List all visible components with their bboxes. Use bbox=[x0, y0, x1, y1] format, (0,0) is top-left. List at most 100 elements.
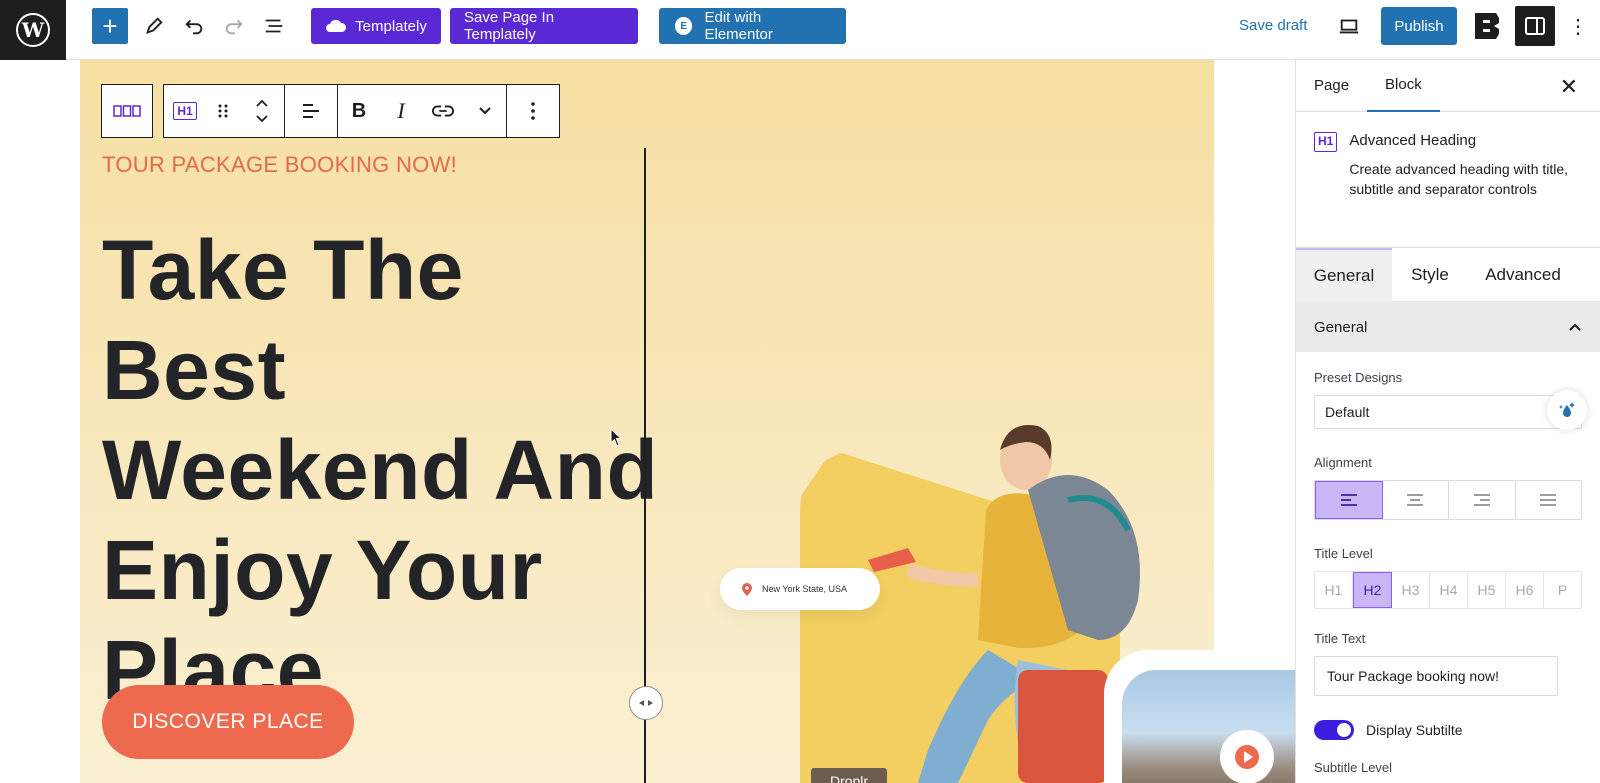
block-toolbar-main: H1 B I bbox=[163, 84, 560, 138]
display-subtitle-row: Display Subtilte bbox=[1296, 720, 1600, 740]
column-resize-handle[interactable] bbox=[629, 686, 663, 720]
sidebar-tabs: Page Block ✕ bbox=[1296, 60, 1600, 112]
level-h5-option[interactable]: H5 bbox=[1468, 572, 1506, 608]
templately-cloud-icon bbox=[326, 19, 347, 32]
edit-with-elementor-label: Edit with Elementor bbox=[704, 9, 773, 43]
tab-block[interactable]: Block bbox=[1367, 60, 1440, 112]
undo-icon bbox=[185, 19, 203, 35]
preset-designs-select[interactable]: Default bbox=[1314, 390, 1587, 430]
level-h3-option[interactable]: H3 bbox=[1392, 572, 1430, 608]
tab-advanced[interactable]: Advanced bbox=[1468, 248, 1578, 302]
align-justify-icon bbox=[1540, 494, 1557, 506]
elementor-icon: E bbox=[675, 17, 693, 35]
level-h2-option[interactable]: H2 bbox=[1353, 572, 1392, 608]
drag-handle-icon[interactable] bbox=[206, 85, 240, 137]
location-pin-icon bbox=[742, 582, 752, 596]
alignment-label: Alignment bbox=[1314, 455, 1372, 470]
parent-block-selector[interactable] bbox=[101, 84, 153, 138]
align-justify-option[interactable] bbox=[1516, 481, 1582, 519]
edit-with-elementor-button[interactable]: E Edit with Elementor bbox=[659, 8, 846, 44]
link-button[interactable] bbox=[422, 85, 464, 137]
sidebar-icon bbox=[1525, 17, 1545, 35]
vertical-dots-icon bbox=[531, 102, 535, 120]
level-p-option[interactable]: P bbox=[1544, 572, 1581, 608]
hero-subtitle[interactable]: TOUR PACKAGE BOOKING NOW! bbox=[102, 152, 457, 178]
align-button[interactable] bbox=[285, 85, 337, 137]
hero-title-line: Take The Best bbox=[102, 223, 464, 417]
general-panel-title: General bbox=[1314, 318, 1368, 336]
save-page-templately-button[interactable]: Save Page In Templately bbox=[450, 8, 638, 44]
block-options-button[interactable] bbox=[507, 85, 559, 137]
options-menu-button[interactable]: ⋮ bbox=[1566, 10, 1590, 42]
display-subtitle-toggle[interactable] bbox=[1314, 720, 1354, 740]
templately-label: Templately bbox=[355, 17, 427, 35]
general-panel-header[interactable]: General bbox=[1296, 302, 1600, 352]
tab-general[interactable]: General bbox=[1296, 248, 1392, 302]
level-h4-option[interactable]: H4 bbox=[1430, 572, 1468, 608]
columns-icon bbox=[102, 85, 152, 137]
block-type-button[interactable]: H1 bbox=[164, 85, 206, 137]
close-sidebar-button[interactable]: ✕ bbox=[1560, 74, 1578, 100]
chevron-up-down-icon bbox=[256, 99, 268, 123]
block-toolbar: H1 B I bbox=[101, 84, 560, 138]
add-block-button[interactable]: + bbox=[92, 8, 128, 44]
align-center-option[interactable] bbox=[1383, 481, 1449, 519]
settings-sidebar-toggle[interactable] bbox=[1515, 6, 1555, 46]
wordpress-logo-button[interactable]: W bbox=[0, 0, 66, 60]
title-text-input[interactable]: Tour Package booking now! bbox=[1314, 656, 1558, 696]
chevron-up-icon bbox=[1569, 323, 1581, 331]
hero-title[interactable]: Take The Best Weekend And Enjoy Your Pla… bbox=[102, 220, 662, 720]
location-text: New York State, USA bbox=[762, 584, 848, 594]
bold-button[interactable]: B bbox=[338, 85, 380, 137]
more-formats-button[interactable] bbox=[464, 85, 506, 137]
play-icon bbox=[1235, 745, 1259, 769]
sparkle-drop-icon bbox=[1559, 402, 1575, 417]
video-play-button[interactable] bbox=[1220, 730, 1274, 783]
templately-button[interactable]: Templately bbox=[311, 8, 441, 44]
document-overview-button[interactable] bbox=[256, 8, 292, 44]
preset-designs-value: Default bbox=[1325, 404, 1370, 420]
title-level-label: Title Level bbox=[1314, 546, 1373, 561]
alignment-control bbox=[1314, 480, 1582, 520]
align-center-icon bbox=[1407, 494, 1424, 506]
publish-button[interactable]: Publish bbox=[1381, 7, 1457, 45]
preview-button[interactable] bbox=[1331, 8, 1367, 44]
heading-block-icon: H1 bbox=[173, 102, 197, 120]
discover-place-button[interactable]: DISCOVER PLACE bbox=[102, 685, 354, 759]
italic-button[interactable]: I bbox=[380, 85, 422, 137]
block-card: H1 Advanced Heading Create advanced head… bbox=[1296, 112, 1600, 248]
redo-button[interactable] bbox=[216, 8, 252, 44]
align-left-option[interactable] bbox=[1315, 481, 1383, 519]
preset-designs-label: Preset Designs bbox=[1314, 370, 1403, 385]
edit-tools-button[interactable] bbox=[136, 8, 172, 44]
redo-icon bbox=[225, 19, 243, 35]
ai-assistant-button[interactable] bbox=[1547, 390, 1587, 430]
link-icon bbox=[432, 105, 454, 117]
undo-button[interactable] bbox=[176, 8, 212, 44]
align-right-icon bbox=[1473, 494, 1490, 506]
tab-page[interactable]: Page bbox=[1296, 60, 1367, 112]
level-h1-option[interactable]: H1 bbox=[1315, 572, 1353, 608]
list-view-icon bbox=[265, 19, 283, 33]
block-card-content: Advanced Heading Create advanced heading… bbox=[1349, 132, 1569, 229]
display-subtitle-label: Display Subtilte bbox=[1366, 722, 1463, 738]
hero-title-line: Weekend And bbox=[102, 423, 659, 517]
align-right-option[interactable] bbox=[1449, 481, 1516, 519]
essential-blocks-button[interactable] bbox=[1472, 10, 1502, 42]
align-left-icon bbox=[1340, 494, 1357, 506]
move-up-down-button[interactable] bbox=[240, 85, 284, 137]
level-h6-option[interactable]: H6 bbox=[1506, 572, 1544, 608]
save-draft-button[interactable]: Save draft bbox=[1239, 17, 1307, 34]
droplr-tab[interactable]: Droplr bbox=[811, 768, 887, 783]
pencil-icon bbox=[146, 17, 163, 34]
block-card-description: Create advanced heading with title, subt… bbox=[1349, 161, 1569, 197]
editor-top-bar: W + Templately Save Page In Templately E… bbox=[0, 0, 1600, 60]
align-left-icon bbox=[303, 104, 319, 118]
title-level-control: H1 H2 H3 H4 H5 H6 P bbox=[1314, 571, 1582, 609]
tab-style[interactable]: Style bbox=[1392, 248, 1468, 302]
inspector-tabs: General Style Advanced bbox=[1296, 248, 1600, 302]
subtitle-level-label: Subtitle Level bbox=[1314, 760, 1393, 775]
resize-arrows-icon bbox=[639, 700, 653, 706]
advanced-heading-icon: H1 bbox=[1314, 132, 1338, 152]
wordpress-icon: W bbox=[16, 13, 50, 47]
